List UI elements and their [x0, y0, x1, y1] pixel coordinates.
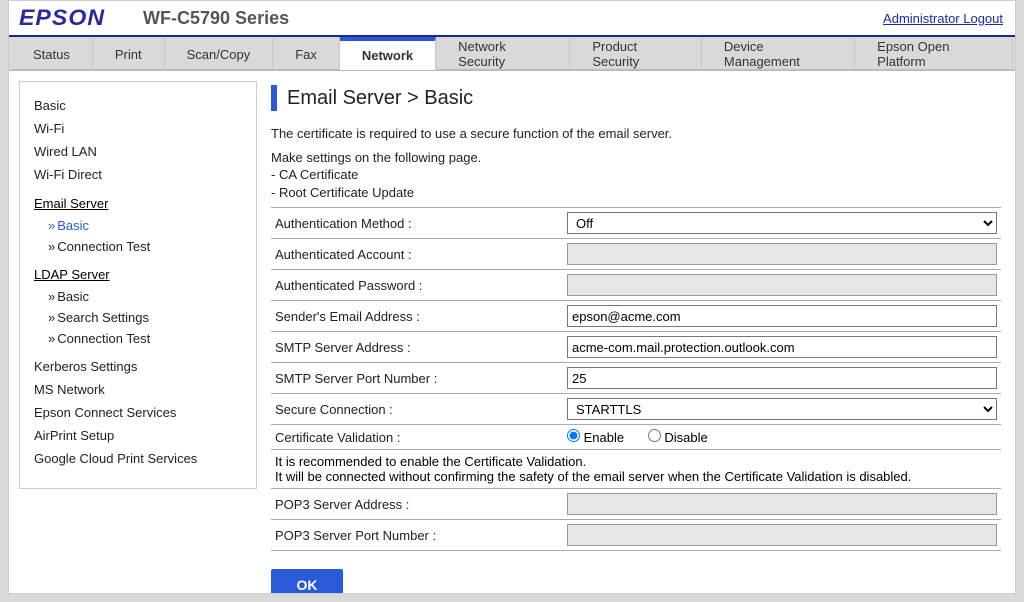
tab-status[interactable]: Status	[11, 37, 93, 70]
input-pop3-port	[567, 524, 997, 546]
input-smtp-port[interactable]	[567, 367, 997, 389]
brand-logo: EPSON	[19, 5, 105, 31]
sidebar-ms-network[interactable]: MS Network	[34, 378, 242, 401]
tab-network[interactable]: Network	[340, 37, 436, 70]
sidebar-email-server-basic[interactable]: Basic	[34, 215, 242, 236]
model-name: WF-C5790 Series	[143, 8, 289, 29]
sidebar-ldap-server-group[interactable]: LDAP Server	[34, 263, 242, 286]
label-auth-account: Authenticated Account :	[271, 239, 563, 270]
tab-scancopy[interactable]: Scan/Copy	[165, 37, 274, 70]
radio-cert-enable[interactable]	[567, 429, 580, 442]
label-auth-password: Authenticated Password :	[271, 270, 563, 301]
label-smtp-port: SMTP Server Port Number :	[271, 363, 563, 394]
title-accent-bar	[271, 85, 277, 111]
sidebar-ldap-search[interactable]: Search Settings	[34, 307, 242, 328]
tab-device-management[interactable]: Device Management	[702, 37, 855, 70]
select-auth-method[interactable]: Off	[567, 212, 997, 234]
sidebar-basic[interactable]: Basic	[34, 94, 242, 117]
page-info-line3: - CA Certificate	[271, 166, 1001, 184]
label-auth-method: Authentication Method :	[271, 208, 563, 239]
input-sender-email[interactable]	[567, 305, 997, 327]
label-secure-conn: Secure Connection :	[271, 394, 563, 425]
label-sender-email: Sender's Email Address :	[271, 301, 563, 332]
admin-logout-link[interactable]: Administrator Logout	[883, 11, 1003, 26]
sidebar-ldap-conntest[interactable]: Connection Test	[34, 328, 242, 349]
tab-fax[interactable]: Fax	[273, 37, 340, 70]
label-pop3-port: POP3 Server Port Number :	[271, 520, 563, 551]
sidebar: Basic Wi-Fi Wired LAN Wi-Fi Direct Email…	[9, 71, 267, 593]
label-pop3-address: POP3 Server Address :	[271, 489, 563, 520]
select-secure-conn[interactable]: STARTTLS	[567, 398, 997, 420]
label-cert-validation: Certificate Validation :	[271, 425, 563, 450]
page-info-line2: Make settings on the following page.	[271, 149, 1001, 167]
page-title: Email Server > Basic	[287, 87, 473, 110]
input-auth-account	[567, 243, 997, 265]
main-tabs: Status Print Scan/Copy Fax Network Netwo…	[9, 37, 1015, 71]
sidebar-kerberos[interactable]: Kerberos Settings	[34, 355, 242, 378]
sidebar-airprint[interactable]: AirPrint Setup	[34, 424, 242, 447]
tab-product-security[interactable]: Product Security	[570, 37, 702, 70]
label-smtp-address: SMTP Server Address :	[271, 332, 563, 363]
tab-epson-open-platform[interactable]: Epson Open Platform	[855, 37, 1013, 70]
sidebar-google-cloud-print[interactable]: Google Cloud Print Services	[34, 447, 242, 470]
sidebar-wired-lan[interactable]: Wired LAN	[34, 140, 242, 163]
tab-print[interactable]: Print	[93, 37, 165, 70]
sidebar-wifi-direct[interactable]: Wi-Fi Direct	[34, 163, 242, 186]
main-panel: Email Server > Basic The certificate is …	[267, 71, 1015, 593]
top-bar: EPSON WF-C5790 Series Administrator Logo…	[9, 1, 1015, 37]
cert-note-line1: It is recommended to enable the Certific…	[275, 454, 997, 469]
radio-cert-disable-label[interactable]: Disable	[648, 430, 708, 445]
sidebar-wifi[interactable]: Wi-Fi	[34, 117, 242, 140]
page-info-line1: The certificate is required to use a sec…	[271, 125, 1001, 143]
cert-note-line2: It will be connected without confirming …	[275, 469, 997, 484]
sidebar-email-server-conntest[interactable]: Connection Test	[34, 236, 242, 257]
settings-form: Authentication Method : Off Authenticate…	[271, 207, 1001, 551]
page-info-line4: - Root Certificate Update	[271, 184, 1001, 202]
radio-cert-enable-label[interactable]: Enable	[567, 430, 624, 445]
radio-cert-disable[interactable]	[648, 429, 661, 442]
sidebar-ldap-basic[interactable]: Basic	[34, 286, 242, 307]
input-pop3-address	[567, 493, 997, 515]
input-auth-password	[567, 274, 997, 296]
sidebar-email-server-group[interactable]: Email Server	[34, 192, 242, 215]
sidebar-epson-connect[interactable]: Epson Connect Services	[34, 401, 242, 424]
ok-button[interactable]: OK	[271, 569, 343, 593]
tab-network-security[interactable]: Network Security	[436, 37, 570, 70]
input-smtp-address[interactable]	[567, 336, 997, 358]
